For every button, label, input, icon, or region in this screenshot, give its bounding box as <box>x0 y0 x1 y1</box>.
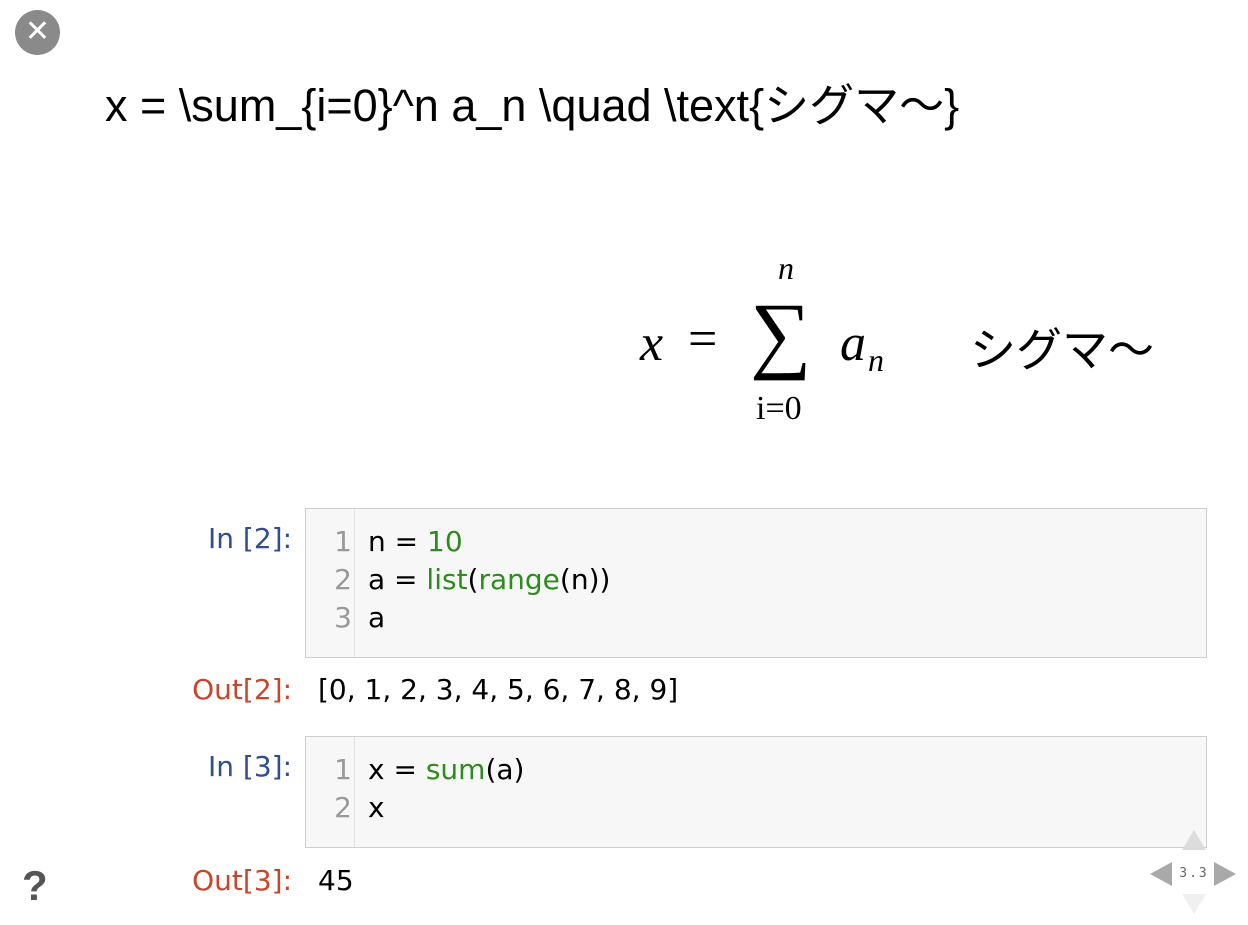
slide-navigation: 3.3 <box>1150 830 1240 916</box>
cell-1-code[interactable]: 1 n = 10 2 a = list(range(n)) 3 a <box>305 508 1207 658</box>
cell-1-in-prompt: In [2]: <box>208 522 292 555</box>
close-icon: ✕ <box>24 14 51 48</box>
nav-left-icon[interactable] <box>1150 862 1172 886</box>
line-number: 2 <box>334 563 352 596</box>
math-lhs: x <box>640 315 664 372</box>
cell-2-output: 45 <box>318 864 354 897</box>
math-sum-symbol: ∑ <box>750 285 812 381</box>
nav-down-icon[interactable] <box>1182 894 1206 914</box>
cell-2-out-prompt: Out[3]: <box>192 864 292 897</box>
code-line: 1 n = 10 <box>306 523 1206 561</box>
math-sum-lower: i=0 <box>756 390 802 427</box>
nav-right-icon[interactable] <box>1214 862 1236 886</box>
close-button[interactable]: ✕ <box>15 10 60 55</box>
code-line: 1 x = sum(a) <box>306 751 1206 789</box>
help-icon: ? <box>22 862 48 909</box>
help-button[interactable]: ? <box>22 862 48 910</box>
code-line: 2 x <box>306 789 1206 827</box>
line-number: 1 <box>334 753 352 786</box>
rendered-equation: x = n ∑ i=0 a n シグマ〜 <box>640 250 1200 440</box>
latex-source-text: x = \sum_{i=0}^n a_n \quad \text{シグマ〜} <box>105 80 960 131</box>
slide-number: 3.3 <box>1179 866 1209 881</box>
math-subscript: n <box>868 342 884 378</box>
math-sum-upper: n <box>778 250 794 286</box>
math-equals: = <box>688 311 718 368</box>
line-number: 3 <box>334 601 352 634</box>
math-term: a <box>840 315 866 372</box>
cell-1-output: [0, 1, 2, 3, 4, 5, 6, 7, 8, 9] <box>318 673 679 706</box>
line-number: 2 <box>334 791 352 824</box>
cell-2-in-prompt: In [3]: <box>208 750 292 783</box>
cell-1-out-prompt: Out[2]: <box>192 673 292 706</box>
code-line: 3 a <box>306 599 1206 637</box>
line-number: 1 <box>334 525 352 558</box>
cell-2-code[interactable]: 1 x = sum(a) 2 x <box>305 736 1207 848</box>
nav-up-icon[interactable] <box>1182 830 1206 850</box>
math-text: シグマ〜 <box>970 323 1154 377</box>
code-line: 2 a = list(range(n)) <box>306 561 1206 599</box>
